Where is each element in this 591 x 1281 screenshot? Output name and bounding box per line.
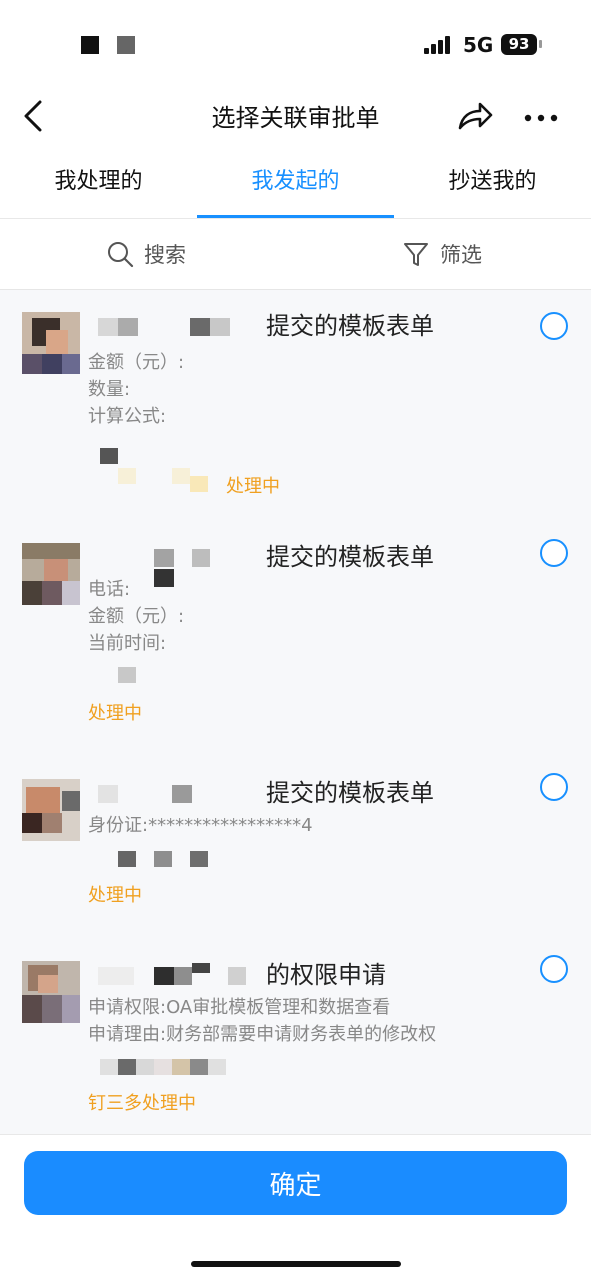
tab-cc-to-me[interactable]: 抄送我的 [394, 146, 591, 218]
select-radio[interactable] [540, 955, 568, 983]
approval-card[interactable]: 提交的模板表单 金额（元）: 数量: 计算公式: 处理中 [0, 290, 591, 522]
status-bar: 5G 93 [0, 0, 591, 88]
avatar [22, 312, 80, 374]
card-title: 提交的模板表单 [266, 779, 434, 807]
status-badge: 钉三多处理中 [88, 1093, 196, 1114]
card-field: 身份证:*****************4 [88, 815, 313, 836]
filter-button[interactable]: 筛选 [402, 219, 482, 289]
search-icon [106, 240, 134, 268]
approval-card[interactable]: 的权限申请 申请权限:OA审批模板管理和数据查看 申请理由:财务部需要申请财务表… [0, 939, 591, 1135]
card-field: 申请理由:财务部需要申请财务表单的修改权 [88, 1024, 437, 1045]
avatar [22, 961, 80, 1023]
card-field: 申请权限:OA审批模板管理和数据查看 [88, 997, 391, 1018]
card-field: 当前时间: [88, 633, 167, 654]
approval-card[interactable]: 提交的模板表单 电话: 金额（元）: 当前时间: 处理中 [0, 521, 591, 758]
card-title: 提交的模板表单 [266, 312, 434, 340]
tab-bar: 我处理的 我发起的 抄送我的 [0, 146, 591, 219]
card-field: 电话: [88, 579, 131, 600]
nav-bar: 选择关联审批单 [0, 88, 591, 146]
card-title: 的权限申请 [266, 961, 386, 989]
search-label: 搜索 [144, 243, 186, 267]
select-radio[interactable] [540, 773, 568, 801]
select-radio[interactable] [540, 312, 568, 340]
approval-card[interactable]: 提交的模板表单 身份证:*****************4 处理中 [0, 757, 591, 940]
status-badge: 处理中 [88, 703, 142, 724]
battery-icon: 93 [501, 34, 537, 55]
filter-label: 筛选 [440, 243, 482, 267]
card-field: 金额（元）: [88, 352, 185, 373]
battery-tip [539, 40, 542, 48]
active-tab-indicator [197, 215, 394, 218]
footer: 确定 [0, 1134, 591, 1281]
tab-initiated-by-me[interactable]: 我发起的 [197, 146, 394, 218]
status-icon [117, 36, 135, 54]
tab-processed-by-me[interactable]: 我处理的 [0, 146, 197, 218]
page-title: 选择关联审批单 [211, 104, 380, 132]
avatar [22, 543, 80, 605]
signal-icon [424, 36, 454, 54]
status-icon [81, 36, 99, 54]
card-field: 计算公式: [88, 406, 167, 427]
card-field: 数量: [88, 379, 131, 400]
confirm-button[interactable]: 确定 [24, 1151, 567, 1215]
card-field: 金额（元）: [88, 606, 185, 627]
card-title: 提交的模板表单 [266, 543, 434, 571]
search-button[interactable]: 搜索 [106, 219, 186, 289]
filter-icon [402, 240, 430, 268]
avatar [22, 779, 80, 841]
filter-bar: 搜索 筛选 [0, 219, 591, 290]
status-badge: 处理中 [226, 476, 280, 497]
more-icon[interactable] [520, 96, 564, 136]
network-label: 5G [463, 33, 494, 57]
share-icon[interactable] [454, 96, 494, 136]
select-radio[interactable] [540, 539, 568, 567]
home-indicator [191, 1261, 401, 1267]
status-badge: 处理中 [88, 885, 142, 906]
